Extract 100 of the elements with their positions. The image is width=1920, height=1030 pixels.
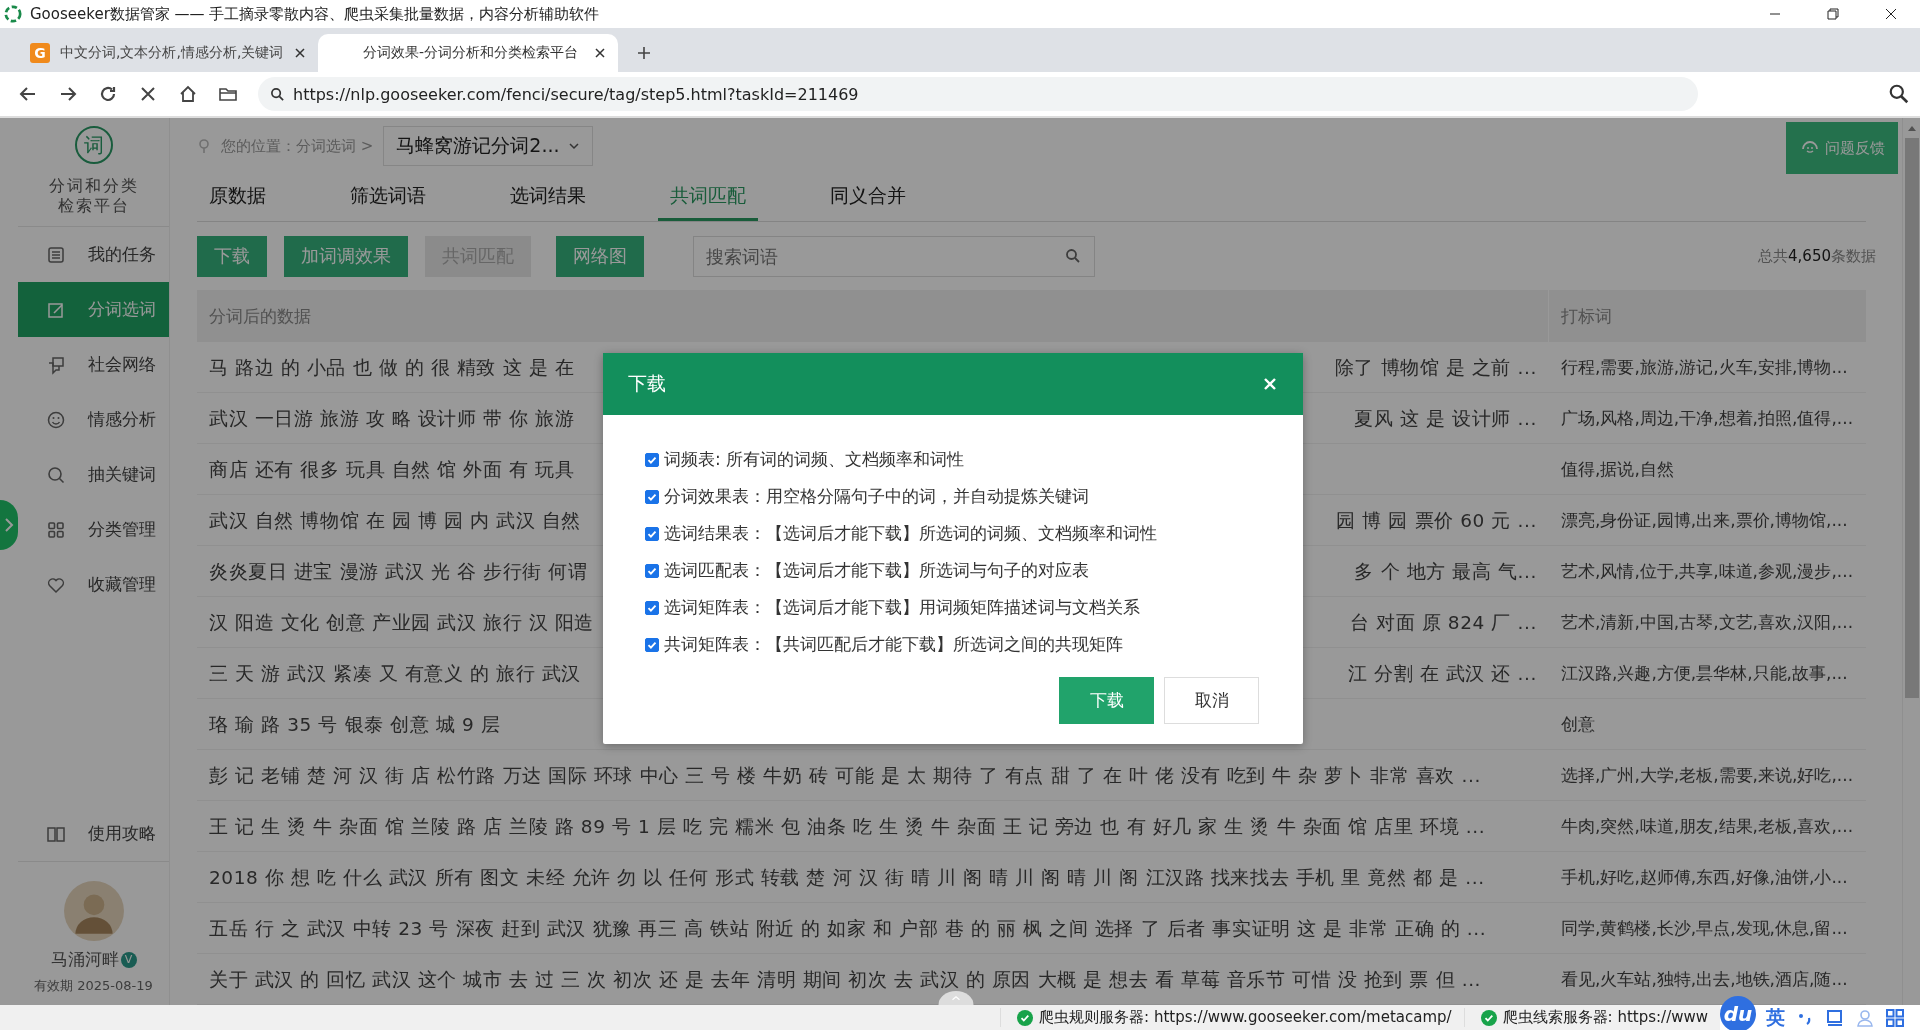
table-cell: 漂亮,身份证,园博,出来,票价,博物馆,... xyxy=(1561,509,1848,530)
table-cell-text: 彭 记 老铺 楚 河 汉 街 店 松竹路 万达 国际 环球 中心 三 号 楼 牛奶 砖 可能 是 太 期待 了 有点 甜 了 在 叶 佬 没有 吃到 牛 杂 萝卜 非常 喜欢 ... xyxy=(209,763,1481,788)
user-name: 马涌河畔 xyxy=(50,948,119,971)
table-cell: 值得,据说,自然 xyxy=(1561,458,1674,479)
close-icon[interactable] xyxy=(294,47,306,59)
home-icon[interactable] xyxy=(178,84,198,104)
ime-language[interactable]: 英 xyxy=(1766,1004,1785,1030)
sidebar-item[interactable]: 收藏管理 xyxy=(18,557,169,612)
option-label: 选词匹配表：【选词后才能下载】所选词与句子的对应表 xyxy=(664,559,1089,582)
reload-icon[interactable] xyxy=(98,84,118,104)
sidebar-item[interactable]: 情感分析 xyxy=(18,392,169,447)
app-logo-icon xyxy=(4,5,22,23)
project-dropdown[interactable]: 马蜂窝游记分词2... xyxy=(383,126,593,166)
tab[interactable]: 共词匹配 xyxy=(658,174,758,222)
table-cell-text: 江 分割 在 武汉 还 ... xyxy=(1347,661,1537,686)
search-icon xyxy=(270,86,285,102)
table-cell-text: 夏风 这 是 设计师 ... xyxy=(1354,406,1537,431)
table-cell-text: 商店 还有 很多 玩具 自然 馆 外面 有 玩具 xyxy=(209,457,575,482)
checkbox[interactable] xyxy=(645,637,659,652)
tab[interactable]: 选词结果 xyxy=(498,174,598,222)
expiry-date: 有效期 2025-08-19 xyxy=(34,977,153,995)
table-cell-text: 汉 阳造 文化 创意 产业园 武汉 旅行 汉 阳造 xyxy=(209,610,595,635)
search-icon xyxy=(1065,247,1081,264)
dialog-title: 下载 xyxy=(628,371,666,396)
sidebar-item[interactable]: 我的任务 xyxy=(18,227,169,282)
column-header: 打标词 xyxy=(1560,304,1613,328)
grid-icon xyxy=(46,519,66,540)
platform-name: 检索平台 xyxy=(57,196,130,216)
table-cell-text: 关于 武汉 的 回忆 武汉 这个 城市 去 过 三 次 初次 还 是 去年 清明 期间 初次 去 武汉 的 原因 大概 是 想去 看 草莓 音乐节 可惜 没 抢到 票 但 ... xyxy=(209,967,1482,992)
option-label: 共词矩阵表：【共词匹配后才能下载】所选词之间的共现矩阵 xyxy=(664,633,1123,656)
new-tab-icon[interactable] xyxy=(636,45,652,61)
option-label: 选词矩阵表：【选词后才能下载】用词频矩阵描述词与文档关系 xyxy=(664,596,1140,619)
tab[interactable]: 筛选词语 xyxy=(338,174,438,222)
table-cell-text: 马 路边 的 小品 也 做 的 很 精致 这 是 在 xyxy=(209,355,575,380)
table-cell: 艺术,清新,中国,古琴,文艺,喜欢,汉阳,... xyxy=(1561,611,1854,632)
status-text: 爬虫线索服务器: https://www xyxy=(1502,1008,1708,1027)
checkbox[interactable] xyxy=(645,489,659,504)
grid-icon[interactable] xyxy=(1885,1007,1905,1028)
list-icon xyxy=(46,244,66,265)
platform-logo: 词 xyxy=(74,126,113,164)
total-count: 总共4,650条数据 xyxy=(1758,246,1876,266)
status-text: 爬虫规则服务器: https://www.gooseeker.com/metacamp/ xyxy=(1039,1008,1452,1027)
sidebar-item[interactable]: 抽关键词 xyxy=(18,447,169,502)
table-cell: 艺术,风情,位于,共享,味道,参观,漫步,... xyxy=(1561,560,1854,581)
table-cell: 江汉路,兴趣,方便,昙华林,只能,故事,... xyxy=(1561,662,1848,683)
platform-name: 分词和分类 xyxy=(48,176,139,196)
search-field[interactable]: 搜索词语 xyxy=(693,235,1095,277)
tab[interactable]: 原数据 xyxy=(197,174,278,222)
checkbox[interactable] xyxy=(645,600,659,615)
scrollbar[interactable] xyxy=(1902,118,1920,1005)
checkbox[interactable] xyxy=(645,563,659,578)
verified-badge: V xyxy=(120,951,137,968)
table-cell-text: 炎炎夏日 进宝 漫游 武汉 光 谷 步行街 何谓 xyxy=(209,559,588,584)
close-icon[interactable] xyxy=(594,47,606,59)
close-icon[interactable] xyxy=(1884,7,1898,21)
table-cell-text: 园 博 园 票价 60 元 ... xyxy=(1336,508,1537,533)
chevron-right-icon xyxy=(4,517,14,533)
download-button[interactable]: 下载 xyxy=(1059,677,1154,724)
sidebar-item[interactable]: 分类管理 xyxy=(18,502,169,557)
caret-icon xyxy=(567,142,580,150)
search-icon xyxy=(46,464,66,485)
table-cell: 同学,黄鹤楼,长沙,早点,发现,休息,留... xyxy=(1561,917,1848,938)
checkbox[interactable] xyxy=(645,526,659,541)
table-cell: 手机,好吃,赵师傅,东西,好像,油饼,小... xyxy=(1561,866,1848,887)
option-label: 词频表: 所有词的词频、文档频率和词性 xyxy=(664,448,965,471)
table-cell-text: 2018 你 想 吃 什么 武汉 所有 图文 未经 允许 勿 以 任何 形式 转载 楚 河 汉 街 晴 川 阁 晴 川 阁 晴 川 阁 江汉路 找来找去 手机 里 竟然 都 是 ... xyxy=(209,865,1485,890)
check-circle-icon xyxy=(1017,1009,1034,1026)
table-cell-text: 武汉 一日游 旅游 攻 略 设计师 带 你 旅游 xyxy=(209,406,575,431)
table-cell-text: 除了 博物馆 是 之前 ... xyxy=(1334,355,1537,380)
smile-icon xyxy=(46,409,66,430)
table-cell: 行程,需要,旅游,游记,火车,安排,博物... xyxy=(1561,356,1848,377)
sidebar-item[interactable]: 使用攻略 xyxy=(18,806,169,861)
network-icon xyxy=(46,354,66,375)
table-cell: 选择,广州,大学,老板,需要,来说,好吃,... xyxy=(1561,764,1854,785)
restore-icon[interactable] xyxy=(1826,7,1840,21)
table-cell-text: 珞 瑜 路 35 号 银泰 创意 城 9 层 xyxy=(209,712,501,737)
scroll-up-icon xyxy=(1906,124,1917,132)
search-icon[interactable] xyxy=(1888,83,1910,105)
check-circle-icon xyxy=(1480,1009,1497,1026)
address-field[interactable]: https://nlp.gooseeker.com/fenci/secure/tag/step5.html?taskId=211469 xyxy=(258,77,1698,111)
table-cell-text: 五岳 行 之 武汉 中转 23 号 深夜 赶到 武汉 犹豫 再三 高 铁站 附近 的 如家 和 户部 巷 的 丽 枫 之间 选择 了 后者 事实证明 这 是 非常 正确 的 ... xyxy=(209,916,1487,941)
table-cell: 牛肉,突然,味道,朋友,结果,老板,喜欢,... xyxy=(1561,815,1854,836)
cancel-button[interactable]: 取消 xyxy=(1164,677,1259,724)
column-header: 分词后的数据 xyxy=(197,290,1549,342)
table-cell: 创意 xyxy=(1561,713,1595,734)
avatar xyxy=(62,880,125,942)
table-cell-text: 多 个 地方 最高 气... xyxy=(1354,559,1537,584)
table-cell-text: 台 对面 原 824 厂 ... xyxy=(1350,610,1537,635)
browser-tab[interactable]: 分词效果-分词分析和分类检索平台 xyxy=(318,34,618,72)
table-cell: 看见,火车站,独特,出去,地铁,酒店,随... xyxy=(1561,968,1848,989)
checkbox[interactable] xyxy=(645,452,659,467)
favicon: G xyxy=(30,43,50,63)
option-label: 分词效果表：用空格分隔句子中的词，并自动提炼关键词 xyxy=(664,485,1089,508)
table-cell-text: 三 天 游 武汉 紧凑 又 有意义 的 旅行 武汉 xyxy=(209,661,581,686)
option-label: 选词结果表：【选词后才能下载】所选词的词频、文档频率和词性 xyxy=(664,522,1157,545)
browser-tab[interactable]: G 中文分词,文本分析,情感分析,关键词 xyxy=(18,34,318,72)
tab[interactable]: 同义合并 xyxy=(818,174,918,222)
keyboard-icon[interactable] xyxy=(1825,1007,1845,1028)
sidebar-item[interactable]: 社会网络 xyxy=(18,337,169,392)
table-cell-text: 王 记 生 烫 牛 杂面 馆 兰陵 路 店 兰陵 路 89 号 1 层 吃 完 糯米 包 油条 吃 生 烫 牛 杂面 王 记 旁边 也 有 好几 家 生 烫 牛 杂面 馆 店里 环境 ... xyxy=(209,814,1486,839)
